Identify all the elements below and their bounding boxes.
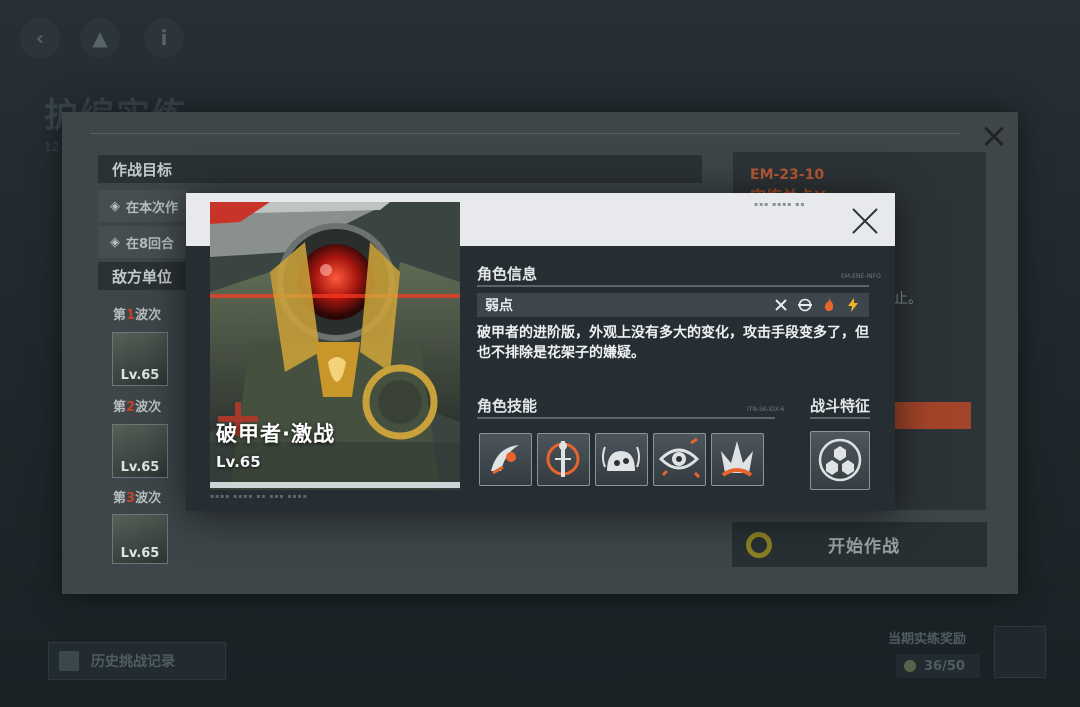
stage-code: EM-23-10 [750, 167, 825, 183]
info-section-divider [477, 285, 869, 287]
enemy-level: Lv.65 [120, 460, 160, 475]
skill-slot[interactable] [479, 433, 532, 486]
scanning-eye-icon [658, 437, 701, 479]
top-bar: ‹ ▲ i [0, 0, 1080, 80]
objective-text: 在本次作 [126, 200, 179, 216]
start-battle-label: 开始作战 [828, 537, 900, 557]
header-decoration: ▪▪▪ ▪▪▪▪ ▪▪ [754, 201, 806, 208]
weakness-bar: 弱点 [477, 293, 869, 317]
history-record-label: 历史挑战记录 [91, 654, 175, 670]
character-level: Lv.65 [216, 453, 261, 471]
record-icon [59, 651, 79, 671]
enemy-level: Lv.65 [120, 368, 160, 383]
reward-chest-button[interactable] [994, 626, 1046, 678]
objective-item: ◈ 在8回合 [98, 226, 188, 258]
wave-label: 第2波次 [113, 400, 162, 415]
combat-trait-slot[interactable] [810, 431, 870, 490]
start-battle-button[interactable]: 开始作战 [732, 522, 987, 567]
skill-slot[interactable] [653, 433, 706, 486]
weakness-icons [773, 297, 861, 313]
objectives-header: 作战目标 [98, 155, 702, 183]
enemy-units-header: 敌方单位 [98, 262, 188, 290]
enemy-thumbnail[interactable]: Lv.65 [112, 424, 168, 478]
reward-counter: 36/50 [896, 654, 980, 678]
enemy-thumbnail[interactable]: Lv.65 [112, 332, 168, 386]
wave-label: 第3波次 [113, 491, 162, 506]
info-section-code: EM-ENE-INFO [841, 273, 881, 280]
page-subtitle: 12 [44, 140, 60, 154]
reward-token-icon [904, 660, 916, 672]
trait-section-divider [810, 417, 870, 419]
reward-count-text: 36/50 [924, 658, 965, 674]
skills-section-divider [477, 417, 775, 419]
home-icon[interactable]: ▲ [80, 18, 120, 58]
stage-panel-header-line [90, 124, 960, 134]
info-section-title: 角色信息 [477, 265, 538, 283]
pierce-icon [798, 298, 812, 312]
objective-text: 在8回合 [126, 236, 175, 252]
portrait-footer-decoration: ▪▪▪▪ ▪▪▪▪ ▪▪ ▪▪▪ ▪▪▪▪ [210, 493, 308, 500]
skill-slot[interactable] [595, 433, 648, 486]
blade-slash-icon [491, 445, 519, 475]
ring-icon [746, 531, 772, 558]
skill-slot[interactable] [537, 433, 590, 486]
stage-close-icon[interactable]: × [978, 119, 1010, 154]
hexagon-cluster-icon [818, 438, 862, 482]
skills-section-title: 角色技能 [477, 397, 538, 415]
lightning-icon [848, 298, 858, 312]
trait-section-title: 战斗特征 [810, 397, 871, 415]
enemy-thumbnail[interactable]: Lv.65 [112, 514, 168, 564]
skill-slot[interactable] [711, 433, 764, 486]
targeting-ring-icon [546, 441, 580, 477]
weakness-label: 弱点 [485, 298, 513, 314]
objective-check-icon: ◈ [110, 198, 120, 214]
objective-item: ◈ 在本次作 [98, 190, 188, 222]
fire-icon [824, 298, 834, 311]
portrait-underline [210, 482, 460, 488]
burst-flame-icon [721, 441, 753, 477]
enemy-detail-dialog: ▪▪▪ ▪▪▪▪ ▪▪ ▪▪▪▪ ▪▪▪▪ ▪▪ ▪▪▪ ▪▪▪▪ 破甲者·激战… [186, 193, 895, 511]
history-record-button[interactable]: 历史挑战记录 [48, 642, 226, 680]
character-description: 破甲者的进阶版，外观上没有多大的变化，攻击手段变多了，但也不排除是花架子的嫌疑。 [477, 325, 869, 361]
skills-list [479, 433, 777, 487]
stage-tag [895, 402, 971, 429]
info-icon[interactable]: i [144, 18, 184, 58]
dome-shield-icon [602, 446, 640, 471]
reward-label: 当期实练奖励 [888, 632, 967, 647]
stage-description: 止。 [894, 291, 922, 307]
slash-icon [775, 299, 787, 311]
enemy-level: Lv.65 [120, 546, 160, 561]
back-icon[interactable]: ‹ [20, 18, 60, 58]
skills-section-code: ITN-SK-IDX-6 [747, 406, 785, 413]
close-icon[interactable] [850, 206, 880, 236]
character-name: 破甲者·激战 [216, 422, 335, 446]
wave-label: 第1波次 [113, 308, 162, 323]
objective-check-icon: ◈ [110, 234, 120, 250]
